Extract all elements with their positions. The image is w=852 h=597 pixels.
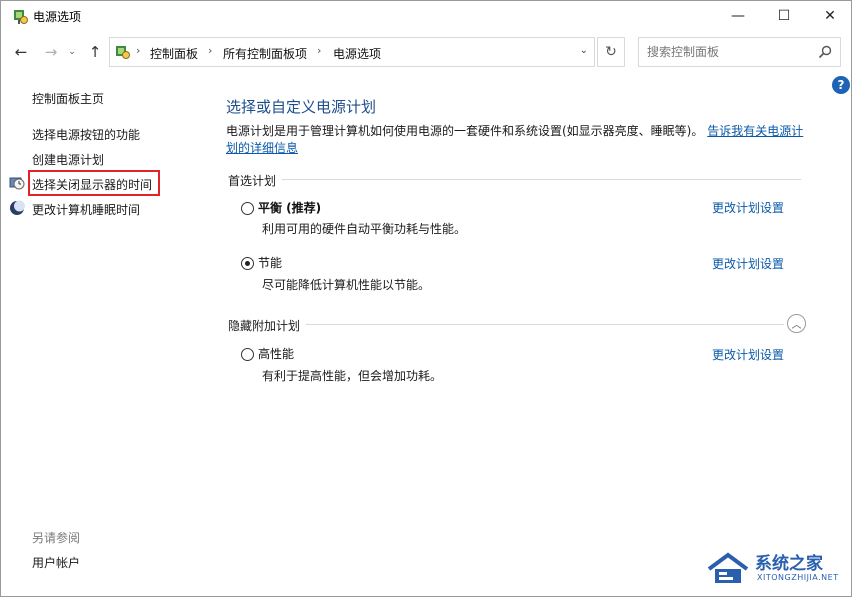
highlight-box (28, 170, 160, 196)
sidebar-item-home[interactable]: 控制面板主页 (32, 90, 104, 107)
sidebar-item-create-plan[interactable]: 创建电源计划 (32, 151, 104, 168)
breadcrumb-power-options[interactable]: 电源选项 (333, 45, 381, 62)
sidebar-item-power-buttons[interactable]: 选择电源按钮的功能 (32, 126, 140, 143)
control-panel-icon (116, 46, 130, 59)
address-dropdown-chevron-icon[interactable]: ⌄ (580, 45, 588, 56)
page-title: 选择或自定义电源计划 (226, 98, 377, 116)
maximize-button[interactable]: ☐ (761, 1, 807, 31)
plan-description-high-performance: 有利于提高性能，但会增加功耗。 (262, 369, 443, 383)
recent-locations-chevron-icon[interactable]: ⌄ (65, 42, 79, 62)
change-plan-settings-link-high-performance[interactable]: 更改计划设置 (712, 346, 784, 363)
plan-description-balanced: 利用可用的硬件自动平衡功耗与性能。 (262, 222, 467, 236)
plan-description-power-saver: 尽可能降低计算机性能以节能。 (262, 278, 431, 292)
breadcrumb-control-panel[interactable]: 控制面板 (150, 45, 198, 62)
power-options-window: 电源选项 — ☐ ✕ ← → ⌄ ↑ › 控制面板 › 所有控制面板项 › 电源… (0, 0, 852, 597)
plan-radio-balanced[interactable] (241, 202, 254, 215)
up-arrow-icon[interactable]: ↑ (85, 42, 105, 62)
group-divider (306, 324, 784, 325)
minimize-button[interactable]: — (715, 1, 761, 31)
hidden-plans-heading: 隐藏附加计划 (228, 319, 301, 333)
watermark-name: 系统之家 (755, 554, 823, 574)
search-icon[interactable] (818, 45, 832, 59)
plan-name-balanced[interactable]: 平衡 (推荐) (258, 199, 321, 216)
plan-radio-power-saver[interactable] (241, 257, 254, 270)
preferred-plans-heading: 首选计划 (228, 174, 277, 188)
page-description: 电源计划是用于管理计算机如何使用电源的一套硬件和系统设置(如显示器亮度、睡眠等)… (226, 123, 806, 157)
site-watermark: 系统之家 XITONGZHIJIA.NET (701, 549, 847, 589)
close-button[interactable]: ✕ (807, 1, 852, 31)
sleep-moon-icon (10, 200, 25, 215)
breadcrumb-separator: › (317, 44, 322, 57)
change-plan-settings-link-power-saver[interactable]: 更改计划设置 (712, 255, 784, 272)
refresh-icon[interactable]: ↻ (597, 37, 625, 67)
search-input[interactable] (639, 38, 819, 66)
sidebar-item-sleep-time[interactable]: 更改计算机睡眠时间 (32, 201, 140, 218)
group-divider (282, 179, 801, 180)
title-bar: 电源选项 — ☐ ✕ (1, 1, 851, 31)
power-options-icon (14, 10, 28, 24)
display-clock-icon (9, 177, 25, 190)
help-icon[interactable]: ? (832, 76, 850, 94)
back-arrow-icon[interactable]: ← (11, 42, 31, 62)
breadcrumb-all-items[interactable]: 所有控制面板项 (223, 45, 307, 62)
sidebar-item-user-accounts[interactable]: 用户帐户 (32, 554, 80, 571)
watermark-url: XITONGZHIJIA.NET (757, 573, 839, 582)
change-plan-settings-link-balanced[interactable]: 更改计划设置 (712, 199, 784, 216)
watermark-logo-icon (707, 552, 749, 583)
plan-name-power-saver[interactable]: 节能 (258, 254, 282, 271)
plan-name-high-performance[interactable]: 高性能 (258, 345, 294, 362)
see-also-heading: 另请参阅 (32, 531, 81, 545)
window-title: 电源选项 (33, 10, 82, 24)
collapse-chevron-up-icon[interactable]: ︿ (787, 314, 806, 333)
plan-radio-high-performance[interactable] (241, 348, 254, 361)
search-box[interactable] (638, 37, 841, 67)
address-bar[interactable]: › 控制面板 › 所有控制面板项 › 电源选项 ⌄ (109, 37, 595, 67)
description-text: 电源计划是用于管理计算机如何使用电源的一套硬件和系统设置(如显示器亮度、睡眠等)… (226, 124, 704, 138)
breadcrumb-separator: › (136, 44, 141, 57)
forward-arrow-icon[interactable]: → (41, 42, 61, 62)
breadcrumb-separator: › (208, 44, 213, 57)
navigation-bar: ← → ⌄ ↑ › 控制面板 › 所有控制面板项 › 电源选项 ⌄ ↻ (1, 35, 851, 69)
